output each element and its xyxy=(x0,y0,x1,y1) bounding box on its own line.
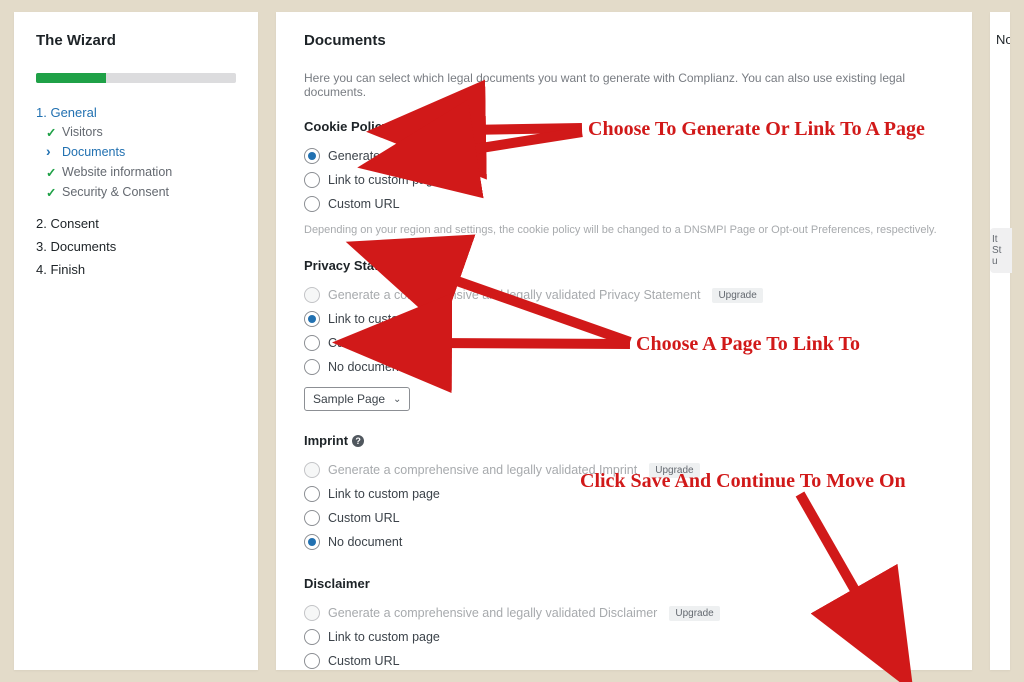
imprint-label: Imprint ? xyxy=(304,433,944,448)
section-privacy: Privacy Statement Generate a comprehensi… xyxy=(304,258,944,411)
section-imprint: Imprint ? Generate a comprehensive and l… xyxy=(304,433,944,554)
help-icon[interactable]: ? xyxy=(352,435,364,447)
cookie-hint: Depending on your region and settings, t… xyxy=(304,224,944,236)
help-icon[interactable]: ? xyxy=(393,121,405,133)
progress-fill xyxy=(36,73,106,83)
right-peek-notice: It St u xyxy=(990,228,1012,273)
wizard-steps: 1. General Visitors Documents Website in… xyxy=(36,101,236,281)
radio-privacy-custom-url[interactable]: Custom URL xyxy=(304,331,944,355)
wizard-sidebar: The Wizard 1. General Visitors Documents… xyxy=(14,12,258,670)
upgrade-badge[interactable]: Upgrade xyxy=(669,606,719,621)
step-consent[interactable]: 2. Consent xyxy=(36,212,236,235)
sidebar-title: The Wizard xyxy=(36,32,236,49)
radio-custom-url[interactable]: Custom URL xyxy=(304,192,944,216)
radio-icon xyxy=(304,311,320,327)
section-cookie-policy: Cookie Policy ? Generated by Complianz L… xyxy=(304,119,944,236)
intro-text: Here you can select which legal document… xyxy=(304,71,944,99)
radio-imprint-none[interactable]: No document xyxy=(304,530,944,554)
cookie-policy-label: Cookie Policy ? xyxy=(304,119,944,134)
radio-icon xyxy=(304,534,320,550)
radio-disclaimer-custom-url[interactable]: Custom URL xyxy=(304,649,944,670)
radio-privacy-generate[interactable]: Generate a comprehensive and legally val… xyxy=(304,283,944,307)
radio-icon xyxy=(304,359,320,375)
step-documents[interactable]: 3. Documents xyxy=(36,235,236,258)
radio-icon xyxy=(304,335,320,351)
radio-imprint-link[interactable]: Link to custom page xyxy=(304,482,944,506)
radio-disclaimer-generate[interactable]: Generate a comprehensive and legally val… xyxy=(304,601,944,625)
page-title: Documents xyxy=(304,32,944,49)
radio-icon xyxy=(304,629,320,645)
radio-icon xyxy=(304,653,320,669)
substep-website-info[interactable]: Website information xyxy=(46,162,236,182)
radio-icon xyxy=(304,148,320,164)
disclaimer-label: Disclaimer xyxy=(304,576,944,591)
radio-imprint-generate[interactable]: Generate a comprehensive and legally val… xyxy=(304,458,944,482)
radio-icon xyxy=(304,196,320,212)
radio-privacy-none[interactable]: No document xyxy=(304,355,944,379)
right-peek-panel: No xyxy=(990,12,1010,670)
progress-bar xyxy=(36,73,236,83)
radio-generated-complianz[interactable]: Generated by Complianz xyxy=(304,144,944,168)
radio-icon xyxy=(304,605,320,621)
privacy-label: Privacy Statement xyxy=(304,258,944,273)
substep-visitors[interactable]: Visitors xyxy=(46,122,236,142)
substep-documents[interactable]: Documents xyxy=(46,142,236,162)
page-select[interactable]: Sample Page ⌄ xyxy=(304,387,410,411)
upgrade-badge[interactable]: Upgrade xyxy=(712,288,762,303)
section-disclaimer: Disclaimer Generate a comprehensive and … xyxy=(304,576,944,670)
radio-imprint-custom-url[interactable]: Custom URL xyxy=(304,506,944,530)
radio-link-custom[interactable]: Link to custom page xyxy=(304,168,944,192)
radio-icon xyxy=(304,462,320,478)
radio-icon xyxy=(304,510,320,526)
radio-disclaimer-link[interactable]: Link to custom page xyxy=(304,625,944,649)
step-finish[interactable]: 4. Finish xyxy=(36,258,236,281)
radio-privacy-link[interactable]: Link to custom page xyxy=(304,307,944,331)
radio-icon xyxy=(304,172,320,188)
step-general[interactable]: 1. General Visitors Documents Website in… xyxy=(36,101,236,212)
substep-security[interactable]: Security & Consent xyxy=(46,182,236,202)
radio-icon xyxy=(304,287,320,303)
chevron-down-icon: ⌄ xyxy=(393,394,401,405)
radio-icon xyxy=(304,486,320,502)
main-panel: Documents Here you can select which lega… xyxy=(276,12,972,670)
upgrade-badge[interactable]: Upgrade xyxy=(649,463,699,478)
